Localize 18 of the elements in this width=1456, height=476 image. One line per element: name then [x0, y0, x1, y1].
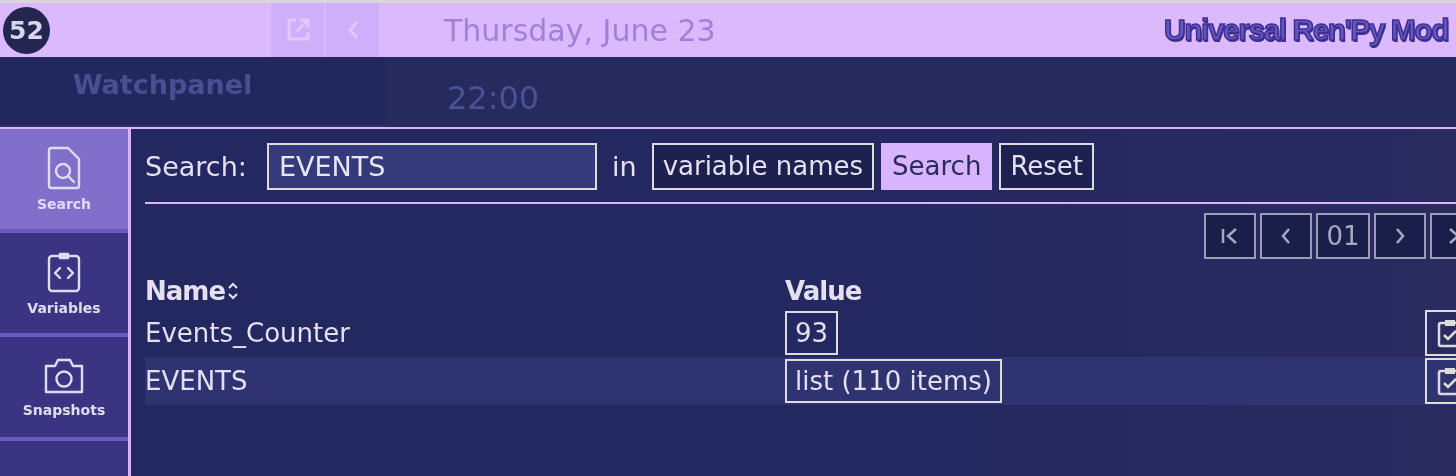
search-field[interactable]: EVENTS: [267, 142, 597, 190]
column-header[interactable]: Name: [145, 276, 240, 306]
variable-name: EVENTS: [145, 366, 248, 396]
table-row[interactable]: EVENTS list (110 items): [145, 357, 1456, 405]
search-button[interactable]: Search: [881, 142, 993, 190]
variable-value[interactable]: list (110 items): [785, 359, 1002, 403]
variable-name: Events_Counter: [145, 318, 350, 348]
logo: 52: [3, 6, 50, 54]
page-number[interactable]: 01: [1316, 213, 1370, 259]
reset-button[interactable]: Reset: [999, 142, 1095, 190]
date-text: Thursday, June 23: [444, 12, 716, 48]
variable-value[interactable]: 93: [785, 311, 839, 355]
time-text: 22:00: [447, 79, 540, 119]
app-title: Universal Ren'Py Mod: [1164, 13, 1448, 47]
scope-dropdown[interactable]: variable names: [651, 142, 875, 190]
in-label: in: [612, 150, 637, 182]
search-label: Search:: [145, 150, 248, 182]
column-header: Value: [785, 276, 862, 306]
